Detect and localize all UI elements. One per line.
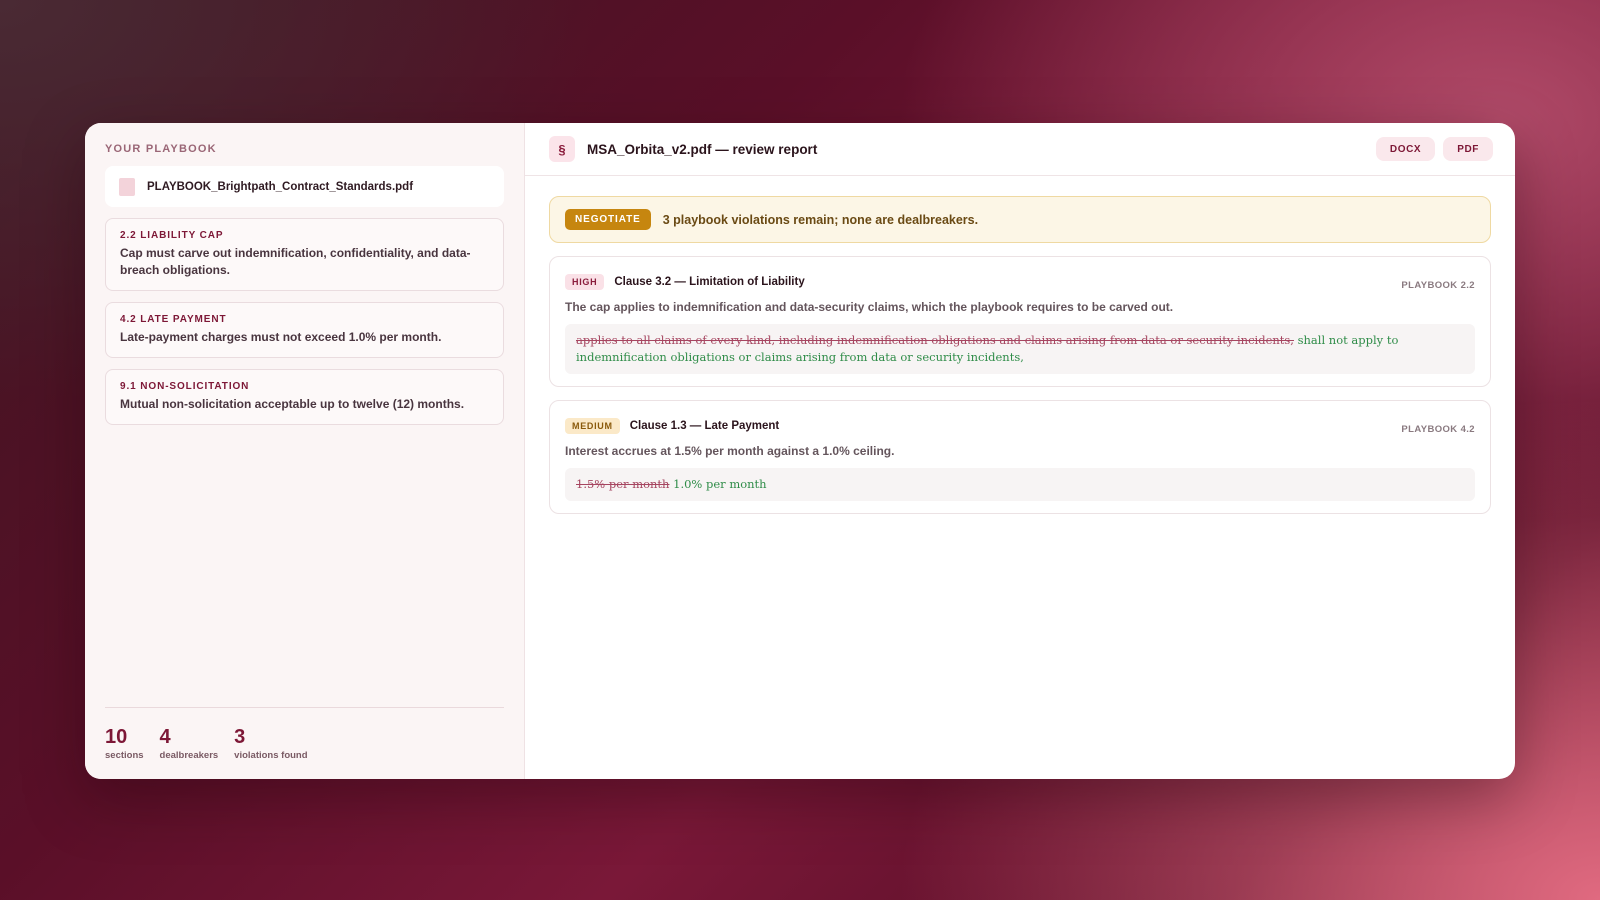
finding-description: Interest accrues at 1.5% per month again…: [565, 444, 895, 458]
finding-title: Clause 1.3 — Late Payment: [629, 420, 780, 432]
stat-violations: 3 violations found: [234, 726, 307, 761]
deleted-text: applies to all claims of every kind, inc…: [576, 333, 1294, 347]
playbook-sidebar: YOUR PLAYBOOK PLAYBOOK_Brightpath_Contra…: [85, 123, 525, 779]
rule-card-liability-cap[interactable]: 2.2 LIABILITY CAP Cap must carve out ind…: [105, 218, 504, 291]
finding-title: Clause 3.2 — Limitation of Liability: [614, 276, 805, 288]
export-pdf-button[interactable]: PDF: [1443, 137, 1493, 161]
inserted-text: 1.0% per month: [673, 477, 767, 491]
section-sign-icon: §: [549, 136, 575, 162]
sidebar-title: YOUR PLAYBOOK: [105, 143, 217, 155]
rule-title: 4.2 LATE PAYMENT: [120, 314, 227, 325]
rule-title: 9.1 NON-SOLICITATION: [120, 381, 250, 392]
report-panel: § MSA_Orbita_v2.pdf — review report DOCX…: [525, 123, 1515, 779]
stat-label: dealbreakers: [159, 750, 219, 761]
playbook-reference[interactable]: PLAYBOOK 4.2: [1401, 424, 1475, 435]
report-header: § MSA_Orbita_v2.pdf — review report DOCX…: [525, 123, 1515, 176]
playbook-file-name: PLAYBOOK_Brightpath_Contract_Standards.p…: [147, 180, 414, 193]
stat-value: 4: [159, 726, 171, 748]
stat-sections: 10 sections: [105, 726, 144, 761]
finding-card-late-payment: MEDIUM Clause 1.3 — Late Payment PLAYBOO…: [549, 400, 1491, 514]
playbook-reference[interactable]: PLAYBOOK 2.2: [1401, 280, 1475, 291]
rule-text: Cap must carve out indemnification, conf…: [120, 246, 471, 277]
stat-label: violations found: [234, 750, 308, 761]
verdict-text: 3 playbook violations remain; none are d…: [662, 212, 979, 227]
redline-suggestion: 1.5% per month 1.0% per month: [565, 468, 1475, 501]
verdict-banner: NEGOTIATE 3 playbook violations remain; …: [549, 196, 1491, 243]
stat-value: 3: [234, 726, 246, 748]
file-icon: [119, 177, 135, 196]
finding-description: The cap applies to indemnification and d…: [565, 300, 1174, 314]
verdict-badge: NEGOTIATE: [565, 209, 651, 230]
rule-title: 2.2 LIABILITY CAP: [120, 230, 224, 241]
playbook-file[interactable]: PLAYBOOK_Brightpath_Contract_Standards.p…: [105, 166, 504, 207]
report-title: MSA_Orbita_v2.pdf — review report: [587, 141, 818, 157]
stats-row: 10 sections 4 dealbreakers 3 violations …: [105, 707, 504, 761]
rule-text: Mutual non-solicitation acceptable up to…: [120, 397, 465, 411]
stat-label: sections: [105, 750, 144, 761]
report-content: NEGOTIATE 3 playbook violations remain; …: [525, 176, 1515, 547]
review-window: YOUR PLAYBOOK PLAYBOOK_Brightpath_Contra…: [85, 123, 1515, 779]
finding-header: HIGH Clause 3.2 — Limitation of Liabilit…: [565, 274, 1475, 290]
stat-dealbreakers: 4 dealbreakers: [160, 726, 219, 761]
finding-card-liability: HIGH Clause 3.2 — Limitation of Liabilit…: [549, 256, 1491, 387]
rule-card-late-payment[interactable]: 4.2 LATE PAYMENT Late-payment charges mu…: [105, 302, 504, 358]
severity-badge: MEDIUM: [565, 418, 620, 434]
redline-suggestion: applies to all claims of every kind, inc…: [565, 324, 1475, 374]
rule-card-non-solicitation[interactable]: 9.1 NON-SOLICITATION Mutual non-solicita…: [105, 369, 504, 425]
rule-text: Late-payment charges must not exceed 1.0…: [120, 330, 442, 344]
deleted-text: 1.5% per month: [576, 477, 670, 491]
severity-badge: HIGH: [565, 274, 605, 290]
finding-header: MEDIUM Clause 1.3 — Late Payment: [565, 418, 1475, 434]
stat-value: 10: [105, 726, 128, 748]
export-actions: DOCX PDF: [1375, 137, 1493, 161]
export-docx-button[interactable]: DOCX: [1375, 137, 1436, 161]
